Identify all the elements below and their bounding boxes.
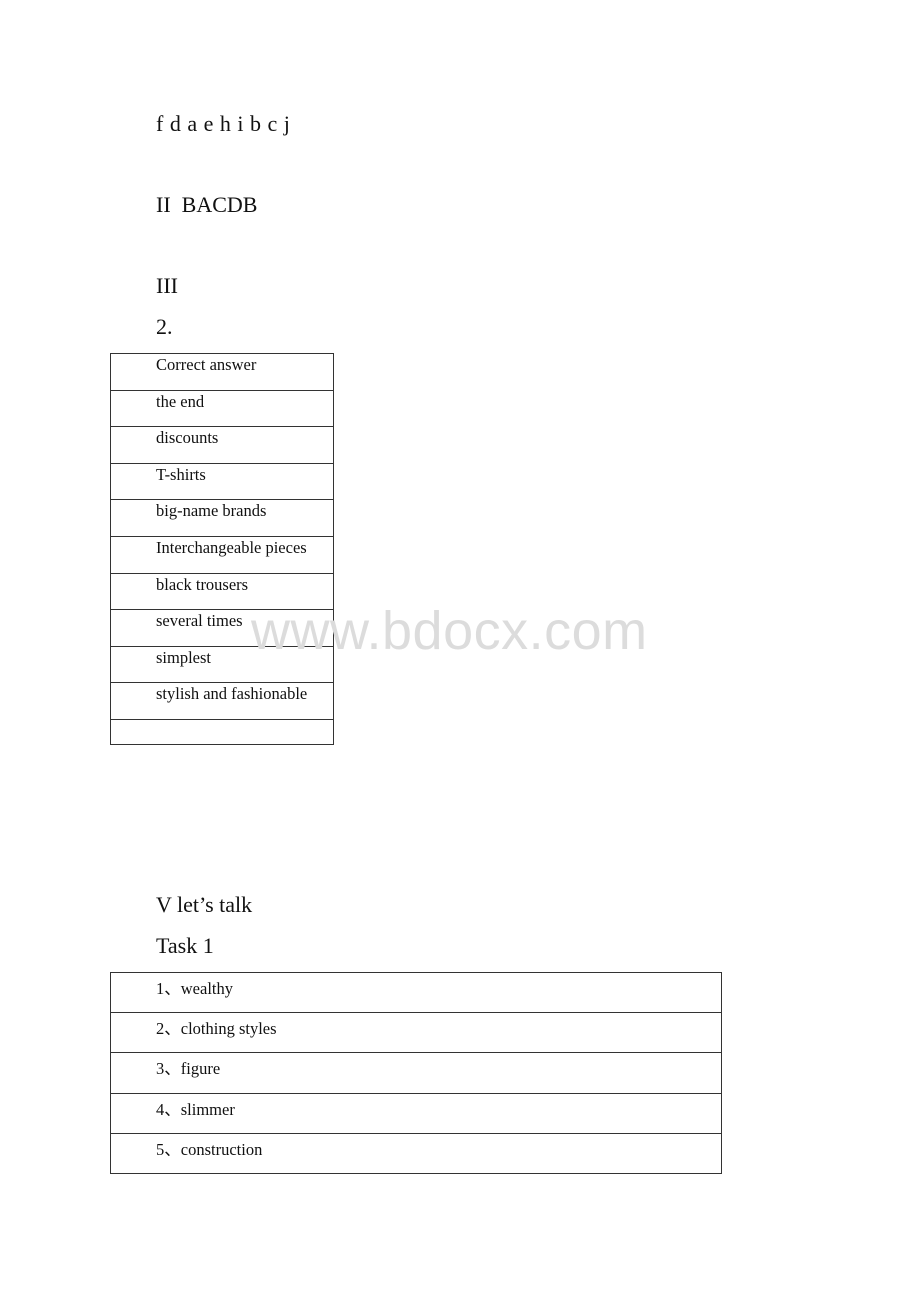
table-cell: discounts (110, 426, 334, 464)
table-cell: Interchangeable pieces (110, 535, 334, 574)
table-cell: big-name brands (110, 499, 334, 537)
table-row: big-name brands (110, 499, 334, 537)
task-1-heading: Task 1 (156, 933, 214, 958)
table-cell: stylish and fashionable (110, 682, 334, 720)
section-ii-answers: II BACDB (156, 192, 258, 217)
section-v-heading: V let’s talk (156, 892, 253, 917)
table-cell: 1、wealthy (110, 971, 722, 1014)
table-row: the end (110, 389, 334, 428)
section-i-answers: f d a e h i b c j (156, 111, 291, 136)
table-cell: 2、clothing styles (110, 1012, 722, 1054)
table-row: simplest (110, 645, 334, 684)
table-row: 5、construction (110, 1132, 722, 1174)
table-row: black trousers (110, 572, 334, 611)
table-cell-header: Correct answer (110, 353, 334, 391)
table-row: several times (110, 609, 334, 647)
task-1-table: 1、wealthy 2、clothing styles 3、figure 4、s… (110, 971, 722, 1174)
table-cell: 3、figure (110, 1052, 722, 1094)
table-cell: several times (110, 609, 334, 647)
table-row: 3、figure (110, 1052, 722, 1094)
table-row-empty (110, 718, 334, 745)
table-cell: 5、construction (110, 1132, 722, 1174)
table-row: Correct answer (110, 353, 334, 391)
table-cell: 4、slimmer (110, 1092, 722, 1134)
section-iii-heading: III (156, 273, 178, 298)
table-row: 2、clothing styles (110, 1012, 722, 1054)
table-row: discounts (110, 426, 334, 464)
table-row: stylish and fashionable (110, 682, 334, 720)
table-row: T-shirts (110, 462, 334, 501)
table-cell: T-shirts (110, 462, 334, 501)
table-cell: the end (110, 389, 334, 428)
correct-answer-table: Correct answer the end discounts T-shirt… (110, 353, 334, 745)
table-cell (110, 718, 334, 745)
table-cell: simplest (110, 645, 334, 684)
table-row: 1、wealthy (110, 971, 722, 1014)
table-row: Interchangeable pieces (110, 535, 334, 574)
table-cell: black trousers (110, 572, 334, 611)
table-row: 4、slimmer (110, 1092, 722, 1134)
section-iii-item-number: 2. (156, 314, 173, 339)
